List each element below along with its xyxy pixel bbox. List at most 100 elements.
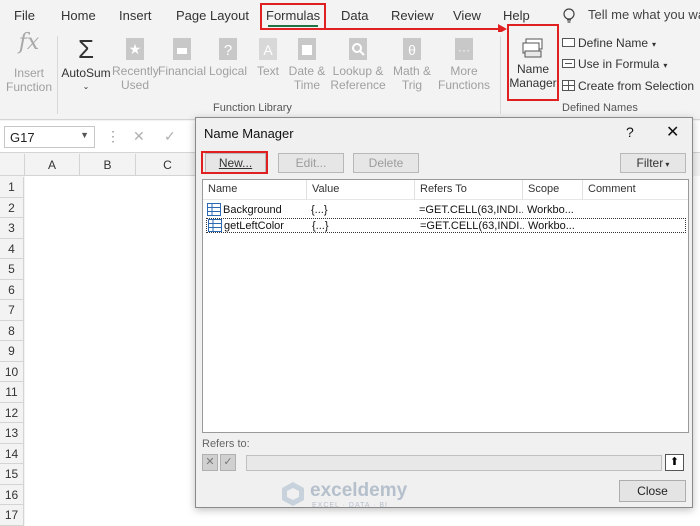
row-refers-to: =GET.CELL(63,INDI... xyxy=(420,220,524,232)
row-header[interactable]: 3 xyxy=(0,218,24,239)
row-value: {...} xyxy=(311,204,328,216)
math-trig-button[interactable]: θ Math & Trig xyxy=(390,36,434,92)
menu-file[interactable]: File xyxy=(14,8,35,23)
date-time-button[interactable]: Date & Time xyxy=(286,36,328,92)
name-manager-highlight xyxy=(507,24,559,101)
names-list: Name Value Refers To Scope Comment Backg… xyxy=(202,179,689,433)
autosum-button[interactable]: Σ AutoSum ⌄ xyxy=(60,34,112,94)
logical-button[interactable]: ? Logical xyxy=(206,36,250,78)
text-book-icon: A xyxy=(259,38,277,60)
row-header[interactable]: 6 xyxy=(0,279,24,300)
row-header[interactable]: 8 xyxy=(0,320,24,341)
fx-icon: fx xyxy=(18,30,40,55)
ribbon: fx Insert Function Σ AutoSum ⌄ ★ Recentl… xyxy=(0,32,700,120)
help-icon[interactable]: ? xyxy=(626,124,634,140)
svg-text:···: ··· xyxy=(458,43,470,57)
column-header-c[interactable]: C xyxy=(136,154,200,176)
filter-button[interactable]: Filter ▾ xyxy=(620,153,686,173)
row-header[interactable]: 16 xyxy=(0,484,24,505)
tag-icon xyxy=(562,38,575,47)
row-header[interactable]: 11 xyxy=(0,382,24,403)
column-header-b[interactable]: B xyxy=(80,154,136,176)
list-header-name[interactable]: Name xyxy=(203,180,307,200)
row-header[interactable]: 5 xyxy=(0,259,24,280)
close-button[interactable]: Close xyxy=(619,480,686,502)
menu-data[interactable]: Data xyxy=(341,8,368,23)
more-functions-button[interactable]: ··· More Functions xyxy=(436,36,492,92)
refers-to-field[interactable] xyxy=(246,455,662,471)
cancel-edit-icon[interactable]: ✕ xyxy=(202,454,218,471)
calendar-icon xyxy=(298,38,316,60)
row-value: {...} xyxy=(312,220,329,232)
active-tab-underline xyxy=(268,25,318,27)
edit-button-label: Edit... xyxy=(295,156,327,170)
collapse-dialog-icon[interactable]: ⬆ xyxy=(665,454,684,471)
row-header[interactable]: 1 xyxy=(0,177,24,198)
watermark-name: exceldemy xyxy=(310,480,408,501)
enter-icon[interactable]: ✓ xyxy=(164,128,176,145)
edit-button[interactable]: Edit... xyxy=(278,153,344,173)
chevron-down-icon: ▾ xyxy=(663,61,668,70)
list-header-comment[interactable]: Comment xyxy=(583,180,688,200)
star-book-icon: ★ xyxy=(126,38,144,60)
formula-icon xyxy=(562,59,575,68)
row-header[interactable]: 13 xyxy=(0,423,24,444)
sigma-icon: Σ xyxy=(77,34,95,64)
menu-home[interactable]: Home xyxy=(61,8,96,23)
row-header[interactable]: 17 xyxy=(0,505,24,526)
chevron-down-icon[interactable]: ▼ xyxy=(80,130,89,140)
row-name: getLeftColor xyxy=(224,220,284,232)
financial-button[interactable]: Financial xyxy=(158,36,206,78)
list-header-value[interactable]: Value xyxy=(307,180,415,200)
row-header[interactable]: 12 xyxy=(0,402,24,423)
chevron-down-icon: ▾ xyxy=(663,160,670,169)
create-from-selection-button[interactable]: Create from Selection xyxy=(562,79,694,93)
tell-me-search[interactable]: Tell me what you want xyxy=(588,7,700,22)
create-from-selection-label: Create from Selection xyxy=(578,79,695,93)
confirm-edit-icon[interactable]: ✓ xyxy=(220,454,236,471)
cancel-icon[interactable]: ✕ xyxy=(133,128,145,145)
name-table-icon xyxy=(208,219,222,232)
function-library-group-label: Function Library xyxy=(213,102,292,114)
row-header[interactable]: 9 xyxy=(0,341,24,362)
row-header[interactable]: 10 xyxy=(0,361,24,382)
defined-names-group-label: Defined Names xyxy=(562,102,638,114)
lightbulb-icon xyxy=(563,8,575,23)
row-scope: Workbo... xyxy=(528,220,575,232)
menu-insert[interactable]: Insert xyxy=(119,8,152,23)
date-time-label: Date & Time xyxy=(288,64,326,92)
insert-function-button[interactable]: fx Insert Function xyxy=(4,30,54,95)
menu-review[interactable]: Review xyxy=(391,8,434,23)
recently-used-label: Recently Used xyxy=(112,64,159,92)
delete-button-label: Delete xyxy=(368,156,404,170)
name-box[interactable]: G17 ▼ xyxy=(4,126,95,148)
insert-function-label: Insert Function xyxy=(5,66,53,94)
row-header[interactable]: 4 xyxy=(0,238,24,259)
row-header[interactable]: 15 xyxy=(0,464,24,485)
recently-used-button[interactable]: ★ Recently Used xyxy=(112,36,159,92)
financial-book-icon xyxy=(173,38,191,60)
column-header-a[interactable]: A xyxy=(25,154,80,176)
svg-text:θ: θ xyxy=(408,42,416,58)
list-header-refers-to[interactable]: Refers To xyxy=(415,180,523,200)
new-button-highlight xyxy=(201,151,268,174)
lookup-reference-button[interactable]: Lookup & Reference xyxy=(330,36,386,92)
chevron-down-icon: ⌄ xyxy=(82,82,90,91)
close-icon[interactable]: ✕ xyxy=(666,122,679,142)
list-item[interactable]: getLeftColor {...} =GET.CELL(63,INDI... … xyxy=(206,218,686,233)
row-header[interactable]: 2 xyxy=(0,197,24,218)
define-name-button[interactable]: Define Name ▾ xyxy=(562,36,656,50)
more-dots-icon: ⋮ xyxy=(106,128,120,144)
use-in-formula-button[interactable]: Use in Formula ▾ xyxy=(562,57,667,71)
list-item[interactable]: Background {...} =GET.CELL(63,INDI... Wo… xyxy=(206,203,686,218)
row-header[interactable]: 14 xyxy=(0,443,24,464)
delete-button[interactable]: Delete xyxy=(353,153,419,173)
menu-page-layout[interactable]: Page Layout xyxy=(176,8,249,23)
more-book-icon: ··· xyxy=(455,38,473,60)
menu-help[interactable]: Help xyxy=(503,8,530,23)
menu-view[interactable]: View xyxy=(453,8,481,23)
row-header[interactable]: 7 xyxy=(0,300,24,321)
text-button[interactable]: A Text xyxy=(252,36,284,78)
select-all-corner[interactable] xyxy=(0,154,25,176)
list-header-scope[interactable]: Scope xyxy=(523,180,583,200)
